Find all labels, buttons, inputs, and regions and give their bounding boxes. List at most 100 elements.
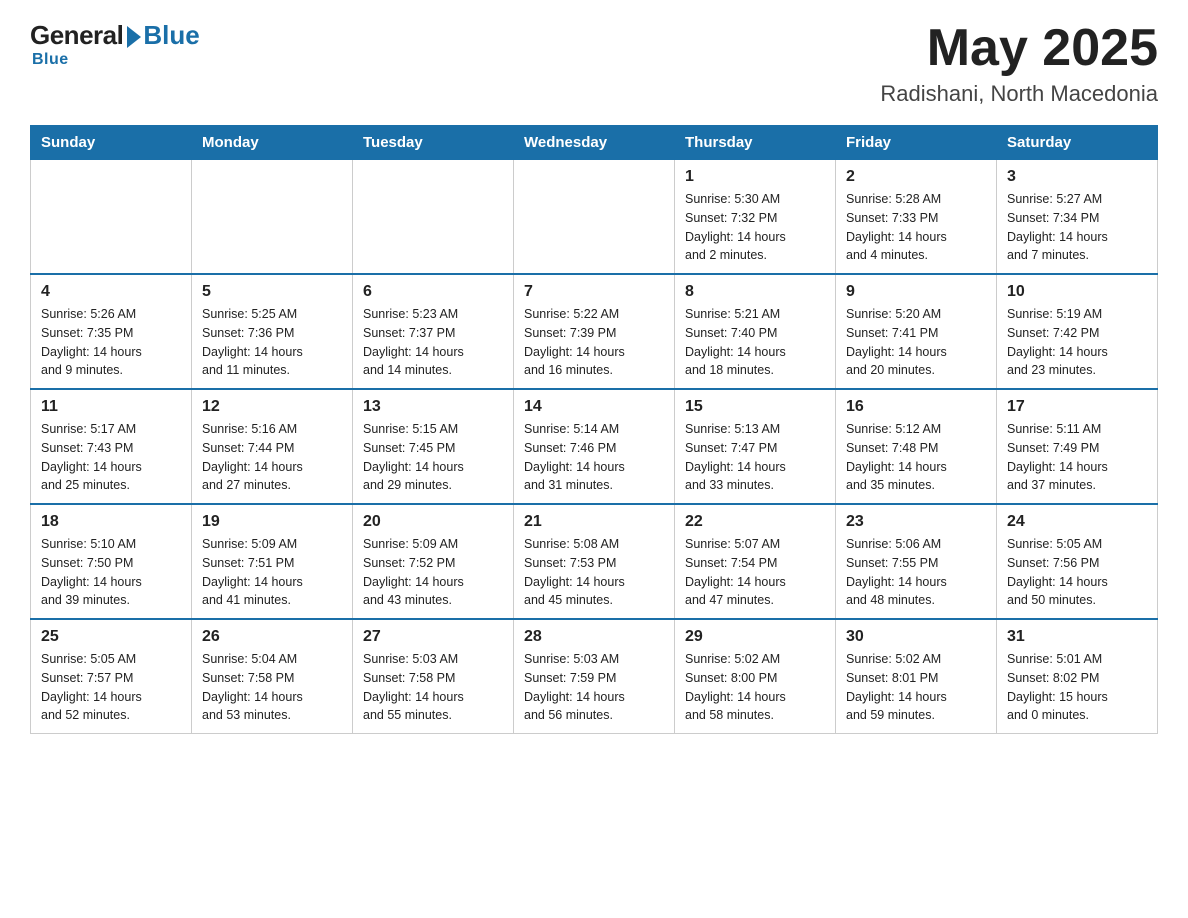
calendar-cell: 5 Sunrise: 5:25 AMSunset: 7:36 PMDaylight… (192, 274, 353, 389)
day-info: Sunrise: 5:02 AMSunset: 8:00 PMDaylight:… (685, 650, 825, 725)
calendar-cell: 2 Sunrise: 5:28 AMSunset: 7:33 PMDaylight… (836, 160, 997, 275)
day-info: Sunrise: 5:14 AMSunset: 7:46 PMDaylight:… (524, 420, 664, 495)
day-info: Sunrise: 5:09 AMSunset: 7:52 PMDaylight:… (363, 535, 503, 610)
day-number: 27 (363, 628, 503, 646)
day-number: 24 (1007, 513, 1147, 531)
weekday-header-saturday: Saturday (997, 126, 1158, 160)
day-number: 14 (524, 398, 664, 416)
day-info: Sunrise: 5:06 AMSunset: 7:55 PMDaylight:… (846, 535, 986, 610)
day-number: 29 (685, 628, 825, 646)
day-number: 25 (41, 628, 181, 646)
day-number: 18 (41, 513, 181, 531)
day-info: Sunrise: 5:03 AMSunset: 7:58 PMDaylight:… (363, 650, 503, 725)
logo-arrow-icon (127, 26, 141, 48)
calendar-cell (514, 160, 675, 275)
calendar-cell: 27 Sunrise: 5:03 AMSunset: 7:58 PMDayligh… (353, 619, 514, 734)
calendar-cell (353, 160, 514, 275)
day-info: Sunrise: 5:28 AMSunset: 7:33 PMDaylight:… (846, 190, 986, 265)
calendar-cell: 12Sunrise: 5:16 AMSunset: 7:44 PMDayligh… (192, 389, 353, 504)
calendar-cell: 28 Sunrise: 5:03 AMSunset: 7:59 PMDayligh… (514, 619, 675, 734)
day-info: Sunrise: 5:07 AMSunset: 7:54 PMDaylight:… (685, 535, 825, 610)
calendar-cell: 22 Sunrise: 5:07 AMSunset: 7:54 PMDayligh… (675, 504, 836, 619)
day-info: Sunrise: 5:01 AMSunset: 8:02 PMDaylight:… (1007, 650, 1147, 725)
calendar-table: SundayMondayTuesdayWednesdayThursdayFrid… (30, 125, 1158, 734)
logo-subtitle: Blue (32, 51, 69, 69)
day-info: Sunrise: 5:12 AMSunset: 7:48 PMDaylight:… (846, 420, 986, 495)
day-info: Sunrise: 5:02 AMSunset: 8:01 PMDaylight:… (846, 650, 986, 725)
weekday-header-monday: Monday (192, 126, 353, 160)
day-info: Sunrise: 5:05 AMSunset: 7:56 PMDaylight:… (1007, 535, 1147, 610)
day-number: 19 (202, 513, 342, 531)
calendar-cell: 4 Sunrise: 5:26 AMSunset: 7:35 PMDaylight… (31, 274, 192, 389)
weekday-header-tuesday: Tuesday (353, 126, 514, 160)
day-number: 13 (363, 398, 503, 416)
calendar-week-row: 25 Sunrise: 5:05 AMSunset: 7:57 PMDayligh… (31, 619, 1158, 734)
day-number: 8 (685, 283, 825, 301)
day-info: Sunrise: 5:20 AMSunset: 7:41 PMDaylight:… (846, 305, 986, 380)
calendar-cell: 31Sunrise: 5:01 AMSunset: 8:02 PMDayligh… (997, 619, 1158, 734)
day-number: 2 (846, 168, 986, 186)
calendar-cell: 17 Sunrise: 5:11 AMSunset: 7:49 PMDayligh… (997, 389, 1158, 504)
day-info: Sunrise: 5:22 AMSunset: 7:39 PMDaylight:… (524, 305, 664, 380)
day-number: 6 (363, 283, 503, 301)
day-number: 15 (685, 398, 825, 416)
day-info: Sunrise: 5:17 AMSunset: 7:43 PMDaylight:… (41, 420, 181, 495)
day-info: Sunrise: 5:15 AMSunset: 7:45 PMDaylight:… (363, 420, 503, 495)
day-info: Sunrise: 5:11 AMSunset: 7:49 PMDaylight:… (1007, 420, 1147, 495)
calendar-cell: 20 Sunrise: 5:09 AMSunset: 7:52 PMDayligh… (353, 504, 514, 619)
day-info: Sunrise: 5:30 AMSunset: 7:32 PMDaylight:… (685, 190, 825, 265)
day-number: 7 (524, 283, 664, 301)
day-info: Sunrise: 5:16 AMSunset: 7:44 PMDaylight:… (202, 420, 342, 495)
logo: General Blue Blue (30, 20, 200, 69)
day-info: Sunrise: 5:21 AMSunset: 7:40 PMDaylight:… (685, 305, 825, 380)
calendar-cell: 9 Sunrise: 5:20 AMSunset: 7:41 PMDaylight… (836, 274, 997, 389)
weekday-header-thursday: Thursday (675, 126, 836, 160)
calendar-week-row: 1 Sunrise: 5:30 AMSunset: 7:32 PMDaylight… (31, 160, 1158, 275)
calendar-cell: 13 Sunrise: 5:15 AMSunset: 7:45 PMDayligh… (353, 389, 514, 504)
calendar-week-row: 11Sunrise: 5:17 AMSunset: 7:43 PMDayligh… (31, 389, 1158, 504)
day-info: Sunrise: 5:25 AMSunset: 7:36 PMDaylight:… (202, 305, 342, 380)
calendar-cell: 26Sunrise: 5:04 AMSunset: 7:58 PMDayligh… (192, 619, 353, 734)
calendar-cell: 14 Sunrise: 5:14 AMSunset: 7:46 PMDayligh… (514, 389, 675, 504)
day-number: 4 (41, 283, 181, 301)
logo-blue-text: Blue (143, 20, 199, 51)
calendar-cell: 24 Sunrise: 5:05 AMSunset: 7:56 PMDayligh… (997, 504, 1158, 619)
calendar-week-row: 4 Sunrise: 5:26 AMSunset: 7:35 PMDaylight… (31, 274, 1158, 389)
month-year-title: May 2025 (880, 20, 1158, 77)
calendar-cell: 3 Sunrise: 5:27 AMSunset: 7:34 PMDaylight… (997, 160, 1158, 275)
day-info: Sunrise: 5:05 AMSunset: 7:57 PMDaylight:… (41, 650, 181, 725)
calendar-cell (192, 160, 353, 275)
calendar-cell: 11Sunrise: 5:17 AMSunset: 7:43 PMDayligh… (31, 389, 192, 504)
calendar-cell: 23 Sunrise: 5:06 AMSunset: 7:55 PMDayligh… (836, 504, 997, 619)
calendar-cell (31, 160, 192, 275)
calendar-cell: 25 Sunrise: 5:05 AMSunset: 7:57 PMDayligh… (31, 619, 192, 734)
day-number: 1 (685, 168, 825, 186)
day-info: Sunrise: 5:10 AMSunset: 7:50 PMDaylight:… (41, 535, 181, 610)
day-number: 3 (1007, 168, 1147, 186)
day-info: Sunrise: 5:09 AMSunset: 7:51 PMDaylight:… (202, 535, 342, 610)
day-info: Sunrise: 5:27 AMSunset: 7:34 PMDaylight:… (1007, 190, 1147, 265)
day-number: 9 (846, 283, 986, 301)
calendar-cell: 15Sunrise: 5:13 AMSunset: 7:47 PMDayligh… (675, 389, 836, 504)
day-info: Sunrise: 5:04 AMSunset: 7:58 PMDaylight:… (202, 650, 342, 725)
day-number: 23 (846, 513, 986, 531)
day-number: 22 (685, 513, 825, 531)
day-info: Sunrise: 5:23 AMSunset: 7:37 PMDaylight:… (363, 305, 503, 380)
logo-general-text: General (30, 20, 123, 51)
day-info: Sunrise: 5:08 AMSunset: 7:53 PMDaylight:… (524, 535, 664, 610)
day-number: 20 (363, 513, 503, 531)
day-info: Sunrise: 5:26 AMSunset: 7:35 PMDaylight:… (41, 305, 181, 380)
weekday-header-friday: Friday (836, 126, 997, 160)
calendar-cell: 29 Sunrise: 5:02 AMSunset: 8:00 PMDayligh… (675, 619, 836, 734)
day-number: 5 (202, 283, 342, 301)
day-info: Sunrise: 5:03 AMSunset: 7:59 PMDaylight:… (524, 650, 664, 725)
calendar-cell: 21Sunrise: 5:08 AMSunset: 7:53 PMDayligh… (514, 504, 675, 619)
day-number: 28 (524, 628, 664, 646)
calendar-cell: 7 Sunrise: 5:22 AMSunset: 7:39 PMDaylight… (514, 274, 675, 389)
calendar-week-row: 18 Sunrise: 5:10 AMSunset: 7:50 PMDayligh… (31, 504, 1158, 619)
calendar-cell: 1 Sunrise: 5:30 AMSunset: 7:32 PMDaylight… (675, 160, 836, 275)
calendar-cell: 30Sunrise: 5:02 AMSunset: 8:01 PMDayligh… (836, 619, 997, 734)
weekday-header-wednesday: Wednesday (514, 126, 675, 160)
day-number: 17 (1007, 398, 1147, 416)
calendar-cell: 18 Sunrise: 5:10 AMSunset: 7:50 PMDayligh… (31, 504, 192, 619)
